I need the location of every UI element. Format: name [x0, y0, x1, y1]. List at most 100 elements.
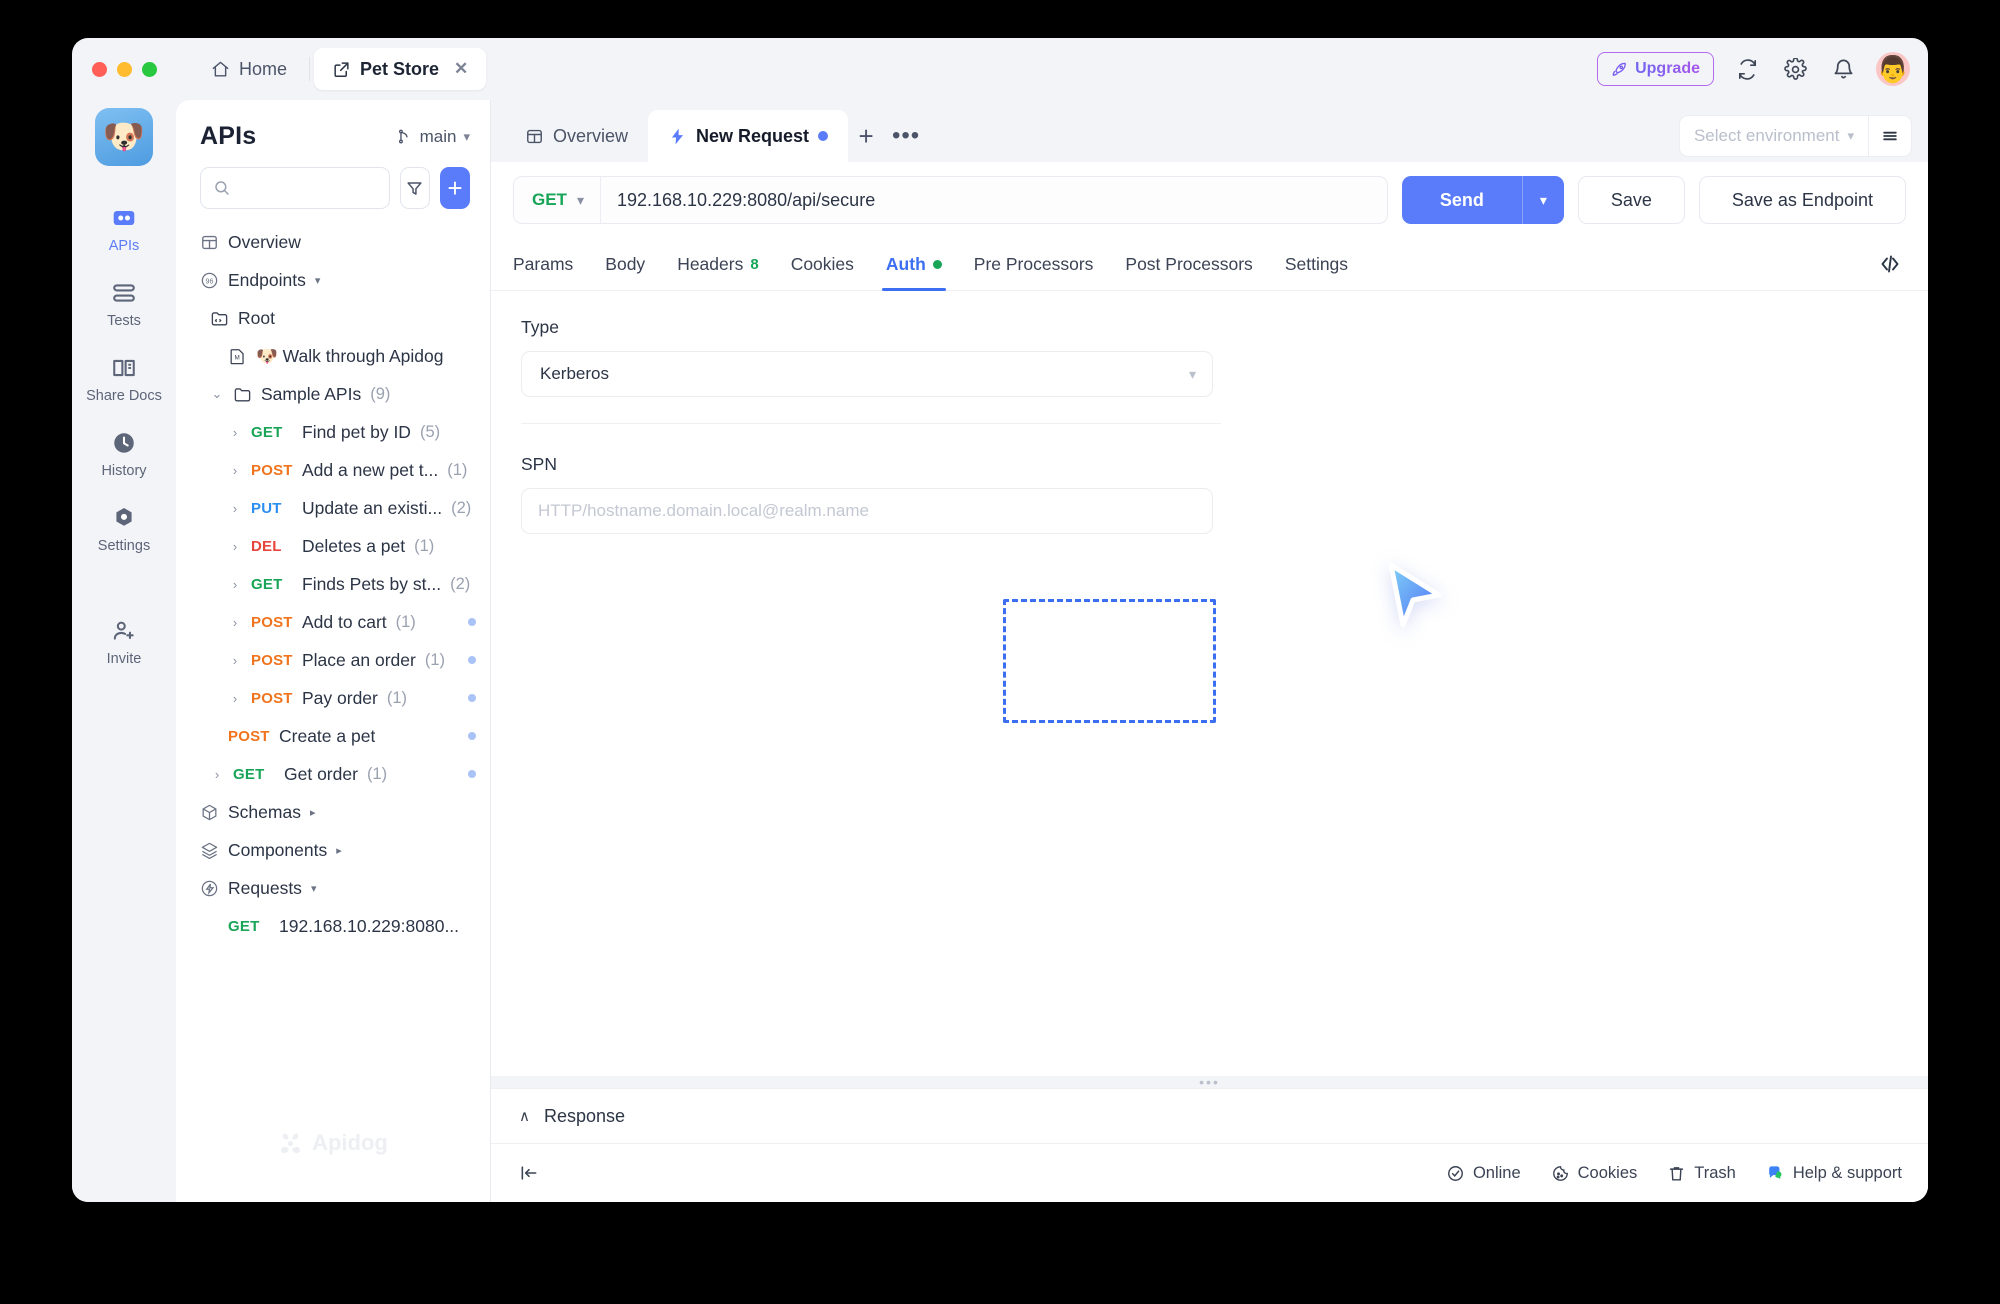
sidebar-item-apis[interactable]: APIs	[72, 192, 176, 267]
expand-caret-icon[interactable]: ›	[228, 463, 242, 478]
tree-row-finds-pets-status[interactable]: › GET Finds Pets by st... (2)	[176, 565, 490, 603]
req-tab-cookies[interactable]: Cookies	[775, 238, 870, 290]
tree-row-endpoints[interactable]: 96 Endpoints ▾	[176, 261, 490, 299]
tree-row-saved-request[interactable]: GET 192.168.10.229:8080...	[176, 907, 490, 945]
chevron-up-icon[interactable]: ∧	[519, 1107, 530, 1125]
spn-input[interactable]: HTTP/hostname.domain.local@realm.name	[521, 488, 1213, 534]
tree-row-place-an-order[interactable]: › POST Place an order (1)	[176, 641, 490, 679]
tree-row-schemas[interactable]: Schemas ▸	[176, 793, 490, 831]
req-tab-params[interactable]: Params	[513, 238, 589, 290]
tree-row-add-to-cart[interactable]: › POST Add to cart (1)	[176, 603, 490, 641]
req-tab-pre-processors[interactable]: Pre Processors	[958, 238, 1110, 290]
tab-home[interactable]: Home	[193, 48, 305, 90]
expand-caret-icon[interactable]: ›	[228, 539, 242, 554]
bell-icon[interactable]	[1828, 54, 1858, 84]
send-options-button[interactable]: ▾	[1521, 176, 1564, 224]
status-dot	[468, 770, 476, 778]
minimize-window-button[interactable]	[117, 61, 132, 77]
sync-icon[interactable]	[1732, 54, 1762, 84]
new-tab-button[interactable]: +	[848, 110, 884, 162]
tree-rows[interactable]: Overview 96 Endpoints ▾ Root M 🐶 Walk through …	[176, 223, 490, 1202]
environment-menu-button[interactable]	[1868, 115, 1912, 157]
expand-caret-icon[interactable]: ›	[228, 425, 242, 440]
expand-caret-icon[interactable]: ›	[228, 653, 242, 668]
add-button[interactable]: +	[439, 167, 470, 209]
tree-row-add-new-pet[interactable]: › POST Add a new pet t... (1)	[176, 451, 490, 489]
tab-overview[interactable]: Overview	[505, 110, 648, 162]
tree-row-update-existing[interactable]: › PUT Update an existi... (2)	[176, 489, 490, 527]
status-trash[interactable]: Trash	[1667, 1164, 1736, 1183]
sidebar-item-tests[interactable]: Tests	[72, 267, 176, 342]
collapse-triangle-icon[interactable]: ▸	[336, 844, 342, 857]
project-logo[interactable]: 🐶	[95, 108, 153, 166]
tree-row-count: (9)	[370, 384, 391, 403]
request-section-tabs[interactable]: Params Body Headers 8 Cookies Auth Pre Process…	[491, 238, 1928, 291]
sidebar-item-share-docs[interactable]: Share Docs	[72, 342, 176, 417]
req-tab-label: Params	[513, 253, 574, 274]
tree-row-pay-order[interactable]: › POST Pay order (1)	[176, 679, 490, 717]
tab-new-request[interactable]: New Request	[648, 110, 849, 162]
tree-row-get-order[interactable]: › GET Get order (1)	[176, 755, 490, 793]
window-controls[interactable]	[92, 61, 157, 77]
gear-icon[interactable]	[1780, 54, 1810, 84]
method-badge: PUT	[251, 499, 282, 517]
tree-row-deletes-a-pet[interactable]: › DEL Deletes a pet (1)	[176, 527, 490, 565]
expand-caret-icon[interactable]: ›	[228, 577, 242, 592]
close-icon[interactable]: ✕	[454, 59, 468, 79]
req-tab-body[interactable]: Body	[589, 238, 661, 290]
close-window-button[interactable]	[92, 61, 107, 77]
status-cookies[interactable]: Cookies	[1551, 1164, 1637, 1183]
url-input[interactable]: 192.168.10.229:8080/api/secure	[601, 190, 891, 211]
expand-caret-icon[interactable]: ›	[228, 615, 242, 630]
collapse-triangle-icon[interactable]: ▾	[311, 882, 317, 895]
avatar[interactable]: 👨	[1876, 52, 1910, 86]
status-online[interactable]: Online	[1446, 1164, 1521, 1183]
environment-select[interactable]: Select environment ▾	[1678, 115, 1868, 157]
req-tab-settings[interactable]: Settings	[1269, 238, 1364, 290]
tree-row-create-a-pet[interactable]: POST Create a pet	[176, 717, 490, 755]
tab-pet-store[interactable]: Pet Store ✕	[314, 48, 487, 90]
send-button[interactable]: Send	[1401, 176, 1522, 224]
panel-resize-handle[interactable]: •••	[491, 1075, 1928, 1089]
tree-row-label: Create a pet	[279, 725, 376, 746]
chevron-down-icon: ▾	[576, 191, 584, 208]
save-as-endpoint-button[interactable]: Save as Endpoint	[1698, 176, 1906, 224]
collapse-triangle-icon[interactable]: ▾	[315, 274, 321, 287]
collapse-panel-icon[interactable]	[519, 1163, 539, 1183]
expand-caret-icon[interactable]: ›	[228, 691, 242, 706]
expand-caret-icon[interactable]: ›	[228, 501, 242, 516]
search-box[interactable]	[200, 167, 390, 209]
maximize-window-button[interactable]	[142, 61, 157, 77]
method-select[interactable]: GET ▾	[514, 177, 601, 223]
search-input[interactable]	[239, 179, 377, 197]
code-icon[interactable]	[1878, 252, 1906, 276]
response-bar[interactable]: ∧ Response	[491, 1088, 1928, 1144]
branch-selector[interactable]: main ▾	[396, 127, 470, 147]
req-tab-headers[interactable]: Headers 8	[661, 238, 775, 290]
url-field[interactable]: GET ▾ 192.168.10.229:8080/api/secure	[513, 176, 1388, 224]
sidebar-item-history[interactable]: History	[72, 417, 176, 492]
collapse-triangle-icon[interactable]: ▸	[310, 806, 316, 819]
auth-type-select[interactable]: Kerberos ▾	[521, 351, 1213, 397]
upgrade-button[interactable]: Upgrade	[1597, 52, 1714, 86]
tree-row-sample-apis[interactable]: ⌄ Sample APIs (9)	[176, 375, 490, 413]
tree-row-count: (1)	[447, 460, 468, 479]
tree-row-components[interactable]: Components ▸	[176, 831, 490, 869]
tree-row-overview[interactable]: Overview	[176, 223, 490, 261]
status-help-support[interactable]: Help & support	[1766, 1164, 1902, 1183]
expand-caret-icon[interactable]: ⌄	[210, 386, 224, 402]
method-badge: GET	[233, 765, 265, 783]
tree-row-find-pet[interactable]: › GET Find pet by ID (5)	[176, 413, 490, 451]
sidebar-item-invite[interactable]: Invite	[72, 605, 176, 680]
more-tabs-button[interactable]: •••	[884, 110, 928, 162]
expand-caret-icon[interactable]: ›	[210, 767, 224, 782]
save-button[interactable]: Save	[1577, 176, 1685, 224]
tree-row-walk[interactable]: M 🐶 Walk through Apidog	[176, 337, 490, 375]
help-icon	[1766, 1164, 1785, 1183]
tree-row-requests[interactable]: Requests ▾	[176, 869, 490, 907]
tree-row-root[interactable]: Root	[176, 299, 490, 337]
filter-button[interactable]	[399, 167, 430, 209]
sidebar-item-settings[interactable]: Settings	[72, 492, 176, 567]
req-tab-post-processors[interactable]: Post Processors	[1109, 238, 1268, 290]
req-tab-auth[interactable]: Auth	[870, 238, 958, 291]
